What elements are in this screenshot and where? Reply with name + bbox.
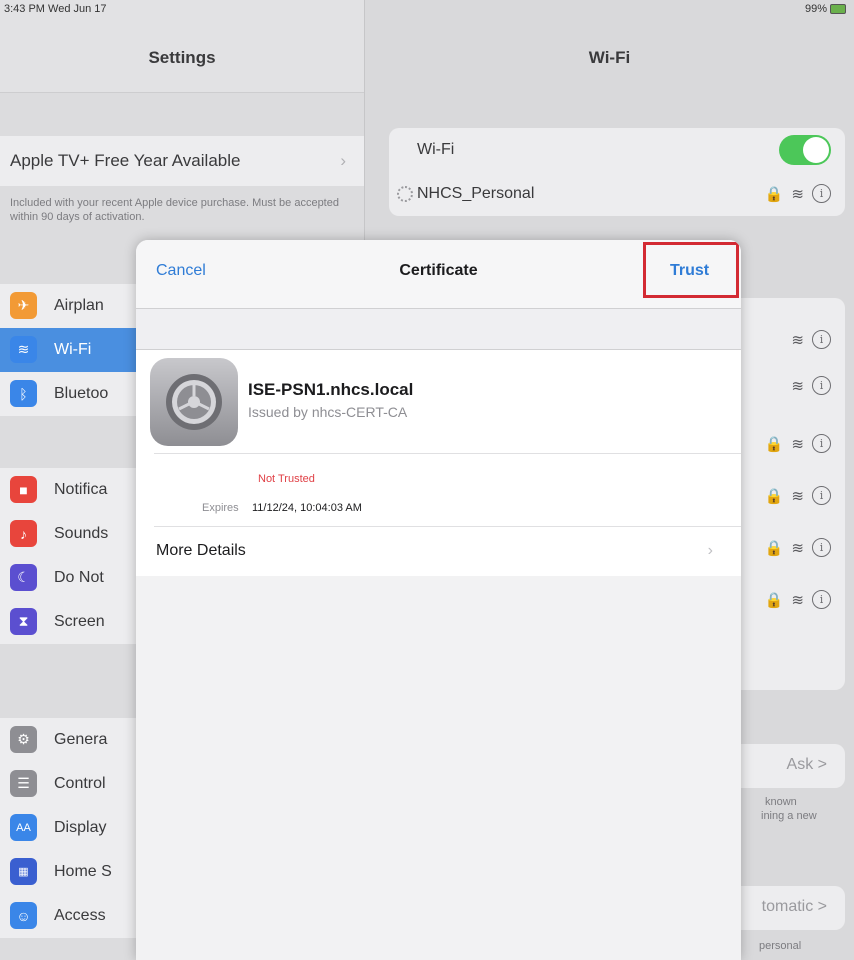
wifi-signal-icon: ≋ [791, 377, 804, 395]
switches-icon: ☰ [10, 770, 37, 797]
battery-percent: 99% [804, 3, 827, 15]
bluetooth-icon: ᛒ [10, 380, 37, 407]
ask-value: Ask > [786, 756, 827, 773]
lock-icon: 🔒 [764, 435, 784, 453]
sidebar-item-label: Notifica [54, 481, 108, 498]
info-icon[interactable]: i [812, 538, 831, 557]
moon-icon: ☾ [10, 564, 37, 591]
spinner-icon [397, 186, 413, 202]
status-bar: 3:43 PM Wed Jun 17 99% [0, 0, 854, 18]
sidebar-item-label: Wi-Fi [54, 341, 92, 358]
notifications-icon: ■ [10, 476, 37, 503]
trust-button[interactable]: Trust [670, 262, 709, 280]
wifi-signal-icon: ≋ [791, 185, 804, 203]
sidebar-item-label: Do Not [54, 569, 104, 586]
promo-note: Included with your recent Apple device p… [10, 197, 339, 223]
promo-title: Apple TV+ Free Year Available [10, 151, 241, 170]
modal-body-empty [136, 576, 741, 960]
sidebar-item-label: Airplan [54, 297, 104, 314]
divider [154, 453, 741, 454]
hourglass-icon: ⧗ [10, 608, 37, 635]
wifi-toggle[interactable] [779, 135, 831, 165]
airplane-icon: ✈ [10, 292, 37, 319]
info-icon[interactable]: i [812, 486, 831, 505]
wifi-signal-icon: ≋ [791, 487, 804, 505]
promo-row[interactable]: Apple TV+ Free Year Available › [0, 136, 364, 186]
sidebar-item-label: Control [54, 775, 106, 792]
auto-value: tomatic > [761, 898, 827, 915]
more-details-link[interactable]: More Details [156, 542, 246, 560]
sidebar-item-label: Bluetoo [54, 385, 109, 402]
wifi-toggle-row: Wi-Fi [389, 128, 845, 172]
info-icon[interactable]: i [812, 376, 831, 395]
network-row-connected[interactable]: NHCS_Personal 🔒 ≋ i [389, 172, 845, 216]
sidebar-item-label: Genera [54, 731, 108, 748]
lock-icon: 🔒 [764, 539, 784, 557]
wifi-signal-icon: ≋ [791, 591, 804, 609]
sidebar-item-label: Home S [54, 863, 112, 880]
chevron-right-icon: › [340, 151, 346, 170]
battery-icon [830, 4, 846, 14]
wifi-signal-icon: ≋ [791, 331, 804, 349]
info-icon[interactable]: i [812, 184, 831, 203]
network-name: NHCS_Personal [417, 185, 535, 202]
wifi-signal-icon: ≋ [791, 539, 804, 557]
divider [154, 526, 741, 527]
speaker-icon: ♪ [10, 520, 37, 547]
accessibility-icon: ☺ [10, 902, 37, 929]
wifi-icon: ≋ [10, 336, 37, 363]
lock-icon: 🔒 [764, 591, 784, 609]
trust-status: Not Trusted [258, 473, 315, 485]
wifi-title: Wi-Fi [588, 48, 631, 67]
certificate-issuer: Issued by nhcs-CERT-CA [248, 404, 408, 420]
wifi-card: Wi-Fi NHCS_Personal 🔒 ≋ i [389, 128, 845, 216]
lock-icon: 🔒 [764, 185, 784, 203]
modal-header: Cancel Certificate Trust [136, 240, 741, 309]
sidebar-item-label: Access [54, 907, 106, 924]
certificate-name: ISE-PSN1.nhcs.local [248, 380, 414, 399]
expires-label: Expires [202, 502, 239, 514]
status-time: 3:43 PM Wed Jun 17 [4, 3, 107, 15]
text-size-icon: AA [10, 814, 37, 841]
sidebar-item-label: Sounds [54, 525, 109, 542]
auto-note: personal [759, 940, 802, 952]
info-icon[interactable]: i [812, 590, 831, 609]
wifi-signal-icon: ≋ [791, 435, 804, 453]
lock-icon: 🔒 [764, 487, 784, 505]
wifi-toggle-label: Wi-Fi [417, 141, 455, 158]
ask-note: known [765, 796, 797, 808]
info-icon[interactable]: i [812, 330, 831, 349]
expires-value: 11/12/24, 10:04:03 AM [252, 502, 362, 514]
certificate-gear-icon [150, 358, 238, 446]
grid-icon: ▦ [10, 858, 37, 885]
gear-icon: ⚙ [10, 726, 37, 753]
info-icon[interactable]: i [812, 434, 831, 453]
certificate-modal: Cancel Certificate Trust ISE-PSN1.nhcs.l… [136, 240, 741, 960]
ask-note-2: ining a new [761, 810, 817, 822]
settings-title: Settings [148, 48, 216, 67]
sidebar-item-label: Screen [54, 613, 105, 630]
sidebar-item-label: Display [54, 819, 107, 836]
chevron-right-icon: › [707, 542, 713, 559]
modal-spacer [136, 309, 741, 350]
battery-indicator: 99% [805, 3, 846, 15]
